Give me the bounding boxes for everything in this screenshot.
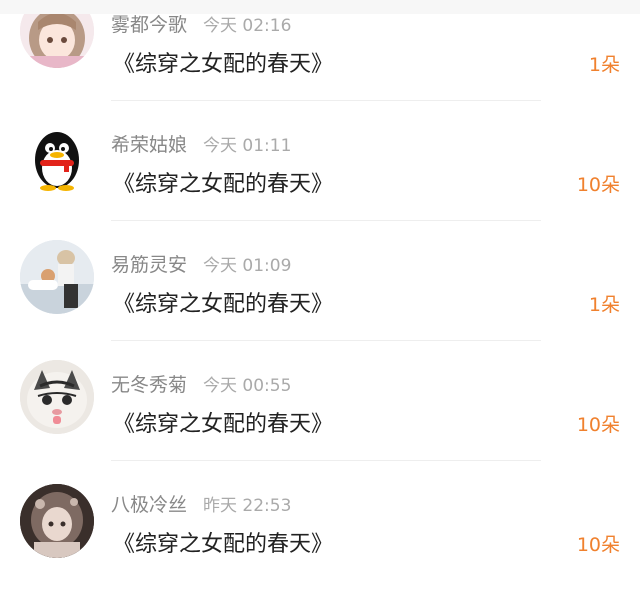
avatar[interactable] [20,120,94,194]
book-title: 《综穿之女配的春天》 [113,532,334,557]
penguin-avatar-icon [20,120,94,194]
book-title: 《综穿之女配的春天》 [113,412,334,437]
gift-list: 雾都今歌 今天 02:16 《综穿之女配的春天》 1朵 希荣姑娘 今天 01:1… [0,0,640,600]
flower-count: 10朵 [576,414,620,436]
top-edge [0,0,640,14]
avatar[interactable] [20,484,94,558]
cat-avatar-icon [20,360,94,434]
user-name[interactable]: 希荣姑娘 [111,130,187,157]
user-name[interactable]: 无冬秀菊 [111,370,187,397]
timestamp: 今天 01:11 [203,136,292,156]
anime-dark-avatar-icon [20,484,94,558]
flower-count: 10朵 [576,534,620,556]
book-title: 《综穿之女配的春天》 [113,292,334,317]
book-title: 《综穿之女配的春天》 [113,172,334,197]
user-name[interactable]: 雾都今歌 [111,10,187,37]
list-item[interactable]: 八极冷丝 昨天 22:53 《综穿之女配的春天》 10朵 [0,460,640,578]
timestamp: 今天 01:09 [203,256,292,276]
list-item[interactable]: 无冬秀菊 今天 00:55 《综穿之女配的春天》 10朵 [0,340,640,461]
list-item[interactable]: 雾都今歌 今天 02:16 《综穿之女配的春天》 1朵 [0,0,640,101]
flower-count: 10朵 [576,174,620,196]
list-item[interactable]: 易筋灵安 今天 01:09 《综穿之女配的春天》 1朵 [0,220,640,341]
item-meta: 无冬秀菊 今天 00:55 [111,370,291,396]
flower-count: 1朵 [588,294,620,316]
flower-count: 1朵 [588,54,620,76]
avatar[interactable] [20,240,94,314]
item-meta: 希荣姑娘 今天 01:11 [111,130,291,156]
timestamp: 今天 00:55 [203,376,292,396]
book-title: 《综穿之女配的春天》 [113,52,334,77]
avatar[interactable] [20,360,94,434]
photo-avatar-icon [20,240,94,314]
timestamp: 昨天 22:53 [203,496,292,516]
user-name[interactable]: 易筋灵安 [111,250,187,277]
timestamp: 今天 02:16 [203,16,292,36]
item-meta: 八极冷丝 昨天 22:53 [111,490,291,516]
user-name[interactable]: 八极冷丝 [111,490,187,517]
list-item[interactable]: 希荣姑娘 今天 01:11 《综穿之女配的春天》 10朵 [0,100,640,221]
item-meta: 易筋灵安 今天 01:09 [111,250,291,276]
